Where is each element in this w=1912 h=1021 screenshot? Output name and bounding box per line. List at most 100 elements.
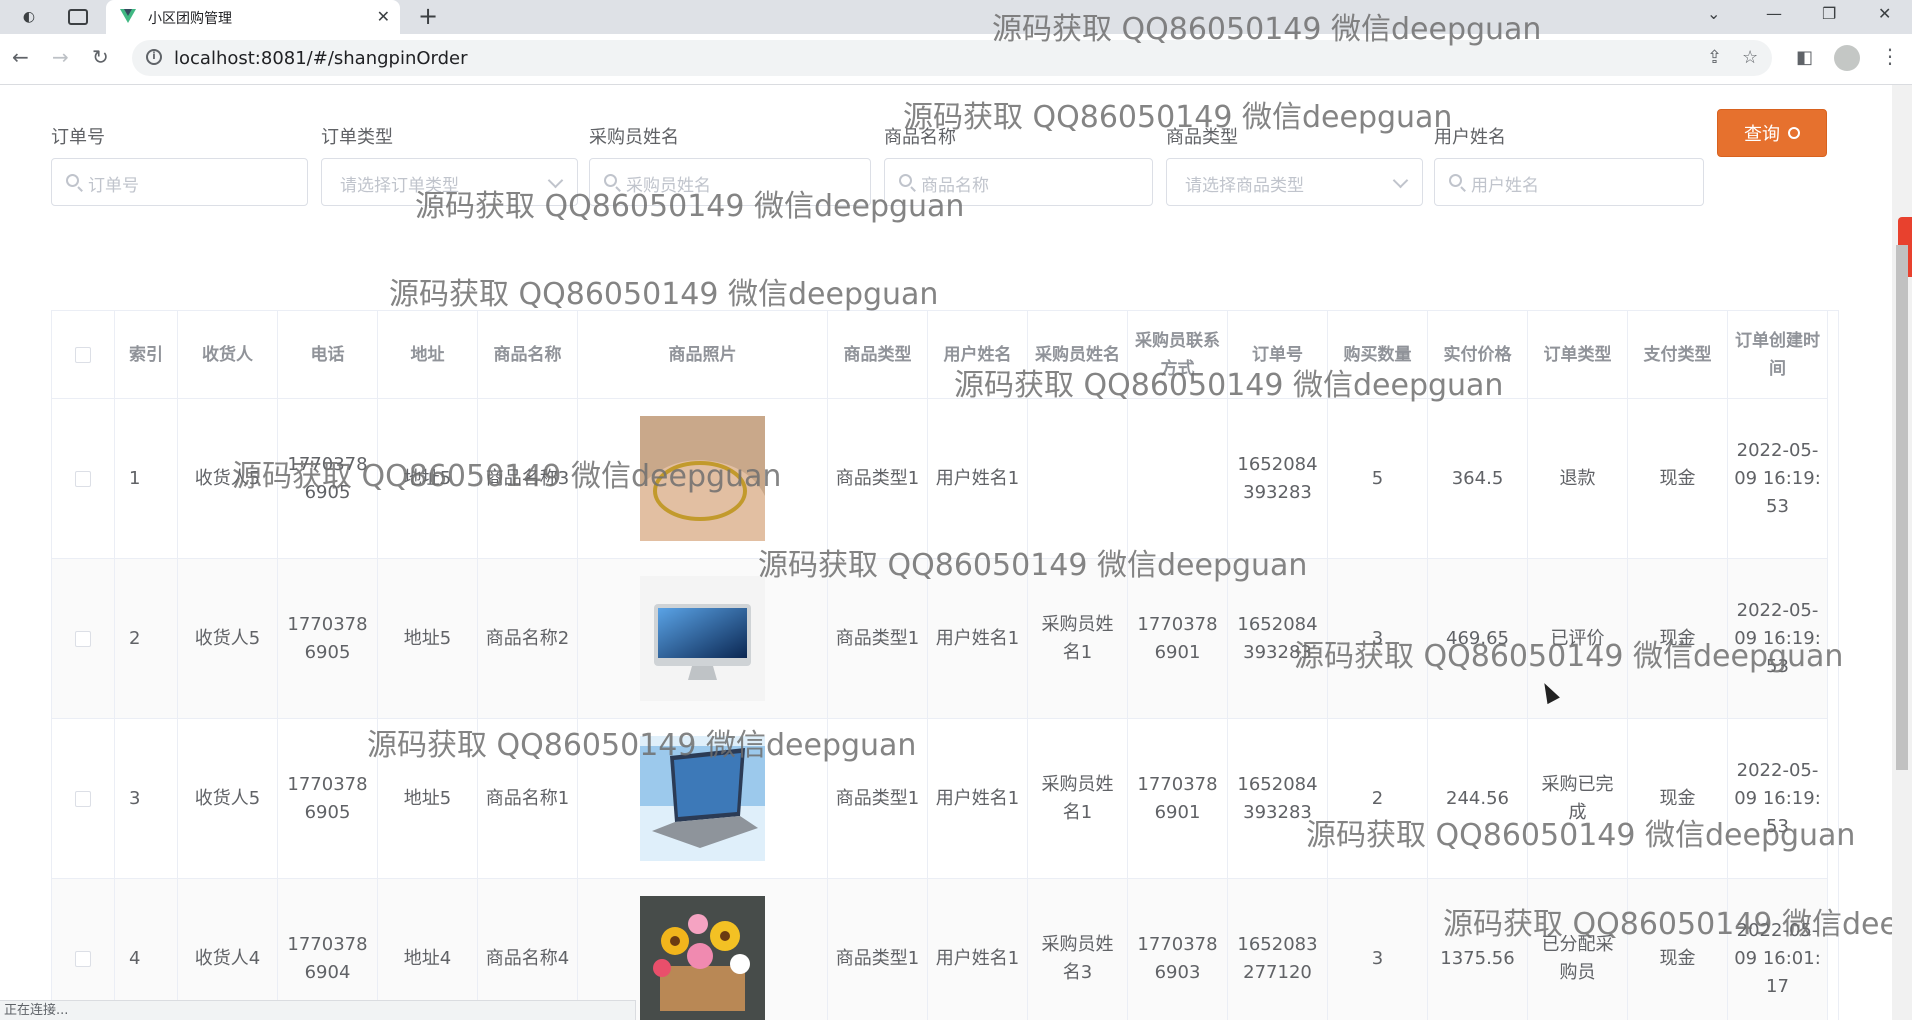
table-cell-photo-icon[interactable] <box>578 879 828 1020</box>
ring-photo-icon <box>640 416 765 541</box>
table-cell-order-no: 1652084393283 <box>1228 719 1328 879</box>
table-cell-address: 地址5 <box>378 559 478 719</box>
row-checkbox[interactable] <box>75 470 91 487</box>
active-tab[interactable]: 小区团购管理 ✕ <box>106 0 400 34</box>
table-cell-user-name: 用户姓名1 <box>928 719 1028 879</box>
browser-menu-icon[interactable]: ⋮ <box>1880 44 1900 68</box>
table-cell-index: 3 <box>115 719 178 879</box>
row-select-cell <box>52 719 115 879</box>
column-header[interactable]: 商品类型 <box>828 311 928 399</box>
row-checkbox[interactable] <box>75 790 91 807</box>
column-header[interactable]: 地址 <box>378 311 478 399</box>
query-button[interactable]: 查询 <box>1717 109 1827 157</box>
profile-avatar-icon[interactable] <box>1834 45 1860 71</box>
row-checkbox[interactable] <box>75 630 91 647</box>
product-name-input[interactable]: 商品名称 <box>884 158 1153 206</box>
side-panel-icon[interactable]: ◧ <box>1796 47 1813 68</box>
table-cell-photo-icon[interactable] <box>578 559 828 719</box>
table-cell-order-type: 采购已完成 <box>1528 719 1628 879</box>
column-header[interactable]: 用户姓名 <box>928 311 1028 399</box>
table-cell-quantity: 3 <box>1328 559 1428 719</box>
table-cell-receiver: 收货人5 <box>178 719 278 879</box>
table-cell-order-type: 退款 <box>1528 399 1628 559</box>
restore-icon[interactable]: ❐ <box>1822 4 1836 23</box>
table-cell-created-at: 2022-05-09 16:19:53 <box>1728 399 1828 559</box>
page-scrollbar[interactable] <box>1892 85 1912 1020</box>
buyer-name-input[interactable]: 采购员姓名 <box>589 158 871 206</box>
address-bar[interactable]: i localhost:8081/#/shangpinOrder ⇪ ☆ <box>132 40 1772 76</box>
column-header[interactable]: 购买数量 <box>1328 311 1428 399</box>
tab-title: 小区团购管理 <box>148 11 232 27</box>
table-cell-order-no: 1652084393283 <box>1228 399 1328 559</box>
column-header[interactable]: 订单类型 <box>1528 311 1628 399</box>
order-table: 索引 收货人 电话 地址 商品名称 商品照片 商品类型 用户姓名 采购员姓名 采购员联系方式 订单号… <box>51 310 1839 1020</box>
minimize-icon[interactable]: — <box>1766 4 1782 23</box>
order-no-input[interactable]: 订单号 <box>51 158 308 206</box>
table-cell-paid-price: 364.5 <box>1428 399 1528 559</box>
window-close-icon[interactable]: ✕ <box>1878 4 1891 23</box>
column-header[interactable]: 索引 <box>115 311 178 399</box>
table-cell-order-no: 1652083277120 <box>1228 879 1328 1020</box>
tab-list-chevron-icon[interactable]: ⌄ <box>1707 4 1720 23</box>
column-header[interactable]: 支付类型 <box>1628 311 1728 399</box>
order-type-select[interactable]: 请选择订单类型 <box>321 158 578 206</box>
buyer-name-label: 采购员姓名 <box>589 127 679 148</box>
bookmark-star-icon[interactable]: ☆ <box>1742 47 1758 68</box>
table-cell-product-name: 商品名称1 <box>478 719 578 879</box>
table-cell-receiver: 收货人4 <box>178 879 278 1020</box>
column-header[interactable]: 采购员联系方式 <box>1128 311 1228 399</box>
back-icon[interactable]: ← <box>12 45 29 69</box>
table-cell-index: 1 <box>115 399 178 559</box>
laptop-photo-icon <box>640 736 765 861</box>
table-cell-product-type: 商品类型1 <box>828 559 928 719</box>
product-type-label: 商品类型 <box>1166 127 1238 148</box>
table-cell-user-name: 用户姓名1 <box>928 879 1028 1020</box>
tab-search-icon[interactable]: ◐ <box>18 6 40 28</box>
search-icon <box>1449 174 1462 187</box>
forward-icon[interactable]: → <box>52 45 69 69</box>
buyer-name-placeholder: 采购员姓名 <box>626 176 711 196</box>
table-cell-product-name: 商品名称3 <box>478 399 578 559</box>
table-cell-photo-icon[interactable] <box>578 399 828 559</box>
table-cell-photo-icon[interactable] <box>578 719 828 879</box>
table-cell-quantity: 2 <box>1328 719 1428 879</box>
status-bar: 正在连接... <box>0 1000 636 1020</box>
table-cell-buyer-contact: 17703786901 <box>1128 559 1228 719</box>
column-header[interactable]: 电话 <box>278 311 378 399</box>
table-cell-created-at: 2022-05-09 16:01:17 <box>1728 879 1828 1020</box>
user-name-input[interactable]: 用户姓名 <box>1434 158 1704 206</box>
tab-close-icon[interactable]: ✕ <box>377 7 390 26</box>
table-cell-product-name: 商品名称4 <box>478 879 578 1020</box>
reload-icon[interactable]: ↻ <box>92 45 109 69</box>
browser-tab-bar: ◐ 小区团购管理 ✕ + ⌄ — ❐ ✕ <box>0 0 1912 34</box>
site-info-icon[interactable]: i <box>146 49 162 65</box>
column-header[interactable]: 商品照片 <box>578 311 828 399</box>
column-header[interactable]: 商品名称 <box>478 311 578 399</box>
column-header[interactable]: 订单创建时间 <box>1728 311 1828 399</box>
tab-placeholder-icon[interactable] <box>68 9 88 25</box>
scrollbar-thumb[interactable] <box>1896 245 1908 770</box>
select-all-cell <box>52 311 115 399</box>
product-name-placeholder: 商品名称 <box>921 176 989 196</box>
search-icon <box>899 174 912 187</box>
select-all-checkbox[interactable] <box>75 346 91 363</box>
share-icon[interactable]: ⇪ <box>1707 47 1722 68</box>
query-button-label: 查询 <box>1744 124 1780 145</box>
search-icon <box>1788 127 1800 139</box>
table-cell-buyer-contact <box>1128 399 1228 559</box>
imac-photo-icon <box>640 576 765 701</box>
table-cell-buyer-contact: 17703786903 <box>1128 879 1228 1020</box>
new-tab-icon[interactable]: + <box>418 2 438 30</box>
watermark: 源码获取 QQ86050149 微信deepguan <box>389 277 939 312</box>
column-header[interactable]: 收货人 <box>178 311 278 399</box>
vue-logo-icon <box>120 9 136 23</box>
column-header[interactable]: 采购员姓名 <box>1028 311 1128 399</box>
column-header[interactable]: 实付价格 <box>1428 311 1528 399</box>
url-text[interactable]: localhost:8081/#/shangpinOrder <box>174 48 468 69</box>
row-checkbox[interactable] <box>75 950 91 967</box>
order-type-label: 订单类型 <box>321 127 393 148</box>
product-type-select[interactable]: 请选择商品类型 <box>1166 158 1423 206</box>
table-cell-phone: 17703786905 <box>278 399 378 559</box>
column-header[interactable]: 订单号 <box>1228 311 1328 399</box>
table-cell-address: 地址4 <box>378 879 478 1020</box>
